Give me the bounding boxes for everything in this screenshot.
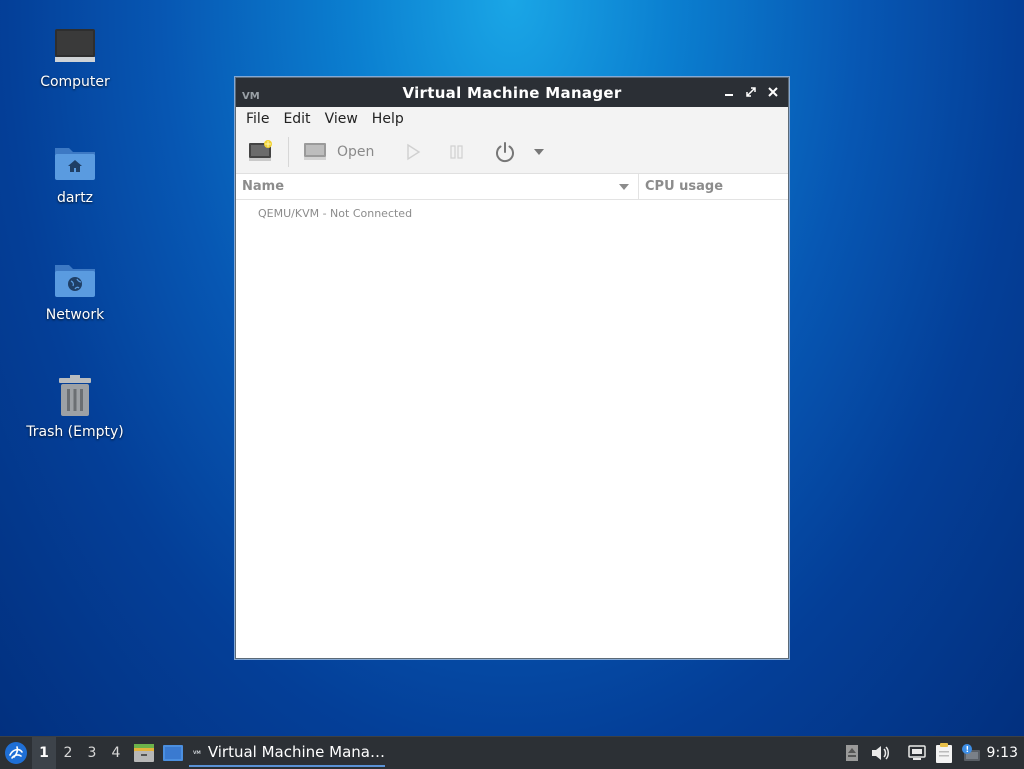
desktop-icon-computer[interactable]: Computer (20, 22, 130, 90)
svg-text:!: ! (966, 745, 970, 754)
close-icon (768, 87, 778, 97)
shutdown-button[interactable] (492, 135, 518, 169)
menu-edit[interactable]: Edit (277, 111, 316, 127)
menu-file[interactable]: File (240, 111, 275, 127)
taskbar-task-vmm[interactable]: VM Virtual Machine Mana… (189, 739, 385, 767)
open-label: Open (337, 144, 375, 160)
power-icon (496, 142, 515, 163)
menu-help[interactable]: Help (366, 111, 410, 127)
vm-list-header: Name CPU usage (236, 174, 788, 200)
trash-icon (51, 372, 99, 420)
shutdown-menu-button[interactable] (532, 135, 546, 169)
desktop-icon-network[interactable]: Network (20, 255, 130, 323)
file-manager-launcher[interactable] (132, 741, 156, 765)
pause-button[interactable] (448, 135, 466, 169)
workspace-2[interactable]: 2 (56, 737, 80, 769)
start-menu-button[interactable] (2, 739, 30, 767)
taskbar: 1 2 3 4 VM Virtual Machine Mana… ! 9:13 (0, 736, 1024, 769)
column-header-cpu[interactable]: CPU usage (639, 179, 723, 194)
toolbar-separator (288, 137, 289, 167)
workspace-4[interactable]: 4 (104, 737, 128, 769)
task-label: Virtual Machine Mana… (207, 743, 385, 761)
eject-tray-icon[interactable] (842, 741, 862, 765)
lubuntu-logo-icon (5, 742, 27, 764)
network-tray-icon[interactable] (906, 741, 928, 765)
update-notifier-tray-icon[interactable]: ! (959, 741, 983, 765)
close-button[interactable] (764, 82, 782, 102)
minimize-button[interactable] (720, 82, 738, 102)
column-cpu-label: CPU usage (645, 179, 724, 194)
home-folder-icon (51, 138, 99, 186)
update-notifier-icon: ! (962, 744, 980, 761)
svg-text:VM: VM (242, 91, 260, 101)
window-title: Virtual Machine Manager (402, 83, 622, 102)
column-name-label: Name (242, 179, 285, 194)
toolbar: Open (236, 131, 788, 174)
connection-label: QEMU/KVM - Not Connected (258, 206, 413, 220)
new-vm-button[interactable] (246, 135, 276, 169)
desktop-icon (163, 745, 183, 761)
show-desktop-button[interactable] (161, 741, 185, 765)
workspace-1[interactable]: 1 (32, 737, 56, 769)
clipboard-icon (936, 743, 952, 763)
monitor-icon (304, 143, 326, 160)
eject-icon (846, 745, 858, 761)
vmm-task-icon: VM (193, 750, 201, 756)
chevron-down-icon (534, 149, 545, 155)
desktop-icon-label: Computer (40, 74, 110, 90)
maximize-icon (746, 87, 756, 97)
vmm-app-icon: VM (242, 86, 262, 102)
desktop-icon-label: dartz (56, 190, 94, 206)
volume-tray-icon[interactable] (869, 741, 891, 765)
desktop-icon-home[interactable]: dartz (20, 138, 130, 206)
vmm-window: VM Virtual Machine Manager File Edit Vie… (235, 77, 789, 659)
network-wired-icon (908, 745, 926, 760)
speaker-icon (872, 746, 889, 760)
run-button[interactable] (404, 135, 422, 169)
window-titlebar[interactable]: VM Virtual Machine Manager (236, 78, 788, 107)
computer-icon (51, 22, 99, 70)
open-button[interactable]: Open (303, 135, 374, 169)
pause-icon (450, 145, 464, 159)
new-vm-icon (249, 140, 272, 161)
network-folder-icon (51, 255, 99, 303)
play-icon (407, 143, 421, 161)
menubar: File Edit View Help (236, 107, 788, 131)
column-header-name[interactable]: Name (236, 174, 639, 199)
desktop-icon-label: Trash (Empty) (26, 424, 124, 440)
minimize-icon (725, 94, 733, 96)
file-manager-icon (134, 744, 154, 762)
clock[interactable]: 9:13 (987, 737, 1018, 769)
desktop-icon-trash[interactable]: Trash (Empty) (20, 372, 130, 440)
connection-row[interactable]: QEMU/KVM - Not Connected (236, 200, 788, 226)
svg-text:VM: VM (193, 750, 201, 756)
desktop-icon-label: Network (45, 307, 105, 323)
menu-view[interactable]: View (319, 111, 364, 127)
clipboard-tray-icon[interactable] (933, 740, 955, 766)
workspace-3[interactable]: 3 (80, 737, 104, 769)
maximize-button[interactable] (742, 82, 760, 102)
vm-list: QEMU/KVM - Not Connected (236, 200, 788, 226)
sort-down-icon (619, 184, 629, 190)
